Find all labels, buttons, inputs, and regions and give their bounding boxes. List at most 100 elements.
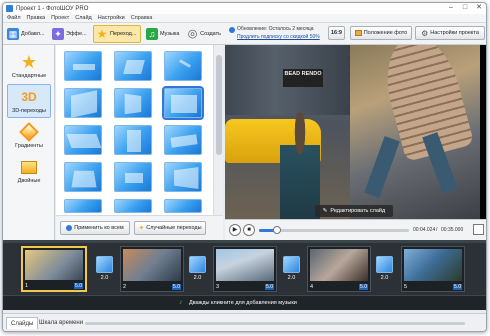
play-button[interactable]: ▶ [229,224,241,236]
stop-button[interactable]: ■ [243,224,255,236]
transition-thumbnail[interactable] [96,256,113,273]
project-settings-button[interactable]: ⚙ Настройки проекта [415,26,485,40]
slide-thumbnail[interactable]: 1 5.0 [21,246,87,292]
slide-thumbnail[interactable]: 5 5.0 [401,246,465,292]
transition-tile[interactable] [64,199,102,213]
star-icon: ★ [20,52,38,72]
slide-thumbnail[interactable]: 4 5.0 [307,246,371,292]
apply-icon [66,225,73,231]
slide-duration: 5.0 [172,284,181,290]
slide-number: 4 [310,284,314,290]
tab-slides[interactable]: Слайды [6,317,39,329]
double-icon [19,158,39,176]
gallery-actions: Применить ко всем ✦ Случайные переходы [56,215,223,240]
apply-all-button[interactable]: Применить ко всем [60,221,130,235]
edit-slide-label: Редактировать слайд [330,208,386,214]
gallery-scrollbar[interactable] [213,45,223,215]
transition-tile[interactable] [164,162,202,192]
category-3d[interactable]: 3D 3D-переходы [7,84,51,118]
close-button[interactable]: ✕ [472,3,486,13]
tab-add-photos[interactable]: ▦ Добавл... [5,25,47,43]
photo-position-button[interactable]: Положение фото [350,26,412,40]
menu-bar: Файл Правка Проект Слайд Настройки Справ… [3,14,486,23]
category-standard[interactable]: ★ Стандартные [7,49,51,83]
category-double[interactable]: Двойные [7,154,51,188]
aspect-ratio-label: 16:9 [330,30,342,36]
info-icon [229,27,235,33]
tab-timeline[interactable]: Шкала времени [35,317,87,329]
seek-handle[interactable] [273,226,281,234]
menu-edit[interactable]: Правка [27,15,46,21]
main-toolbar: ▦ Добавл... ✦ Эффе... ★ Переход... ♫ Муз… [3,23,225,45]
transition-tile[interactable] [64,88,102,118]
menu-file[interactable]: Файл [7,15,21,21]
slide-preview[interactable]: BEAD RENDO ✎ Редактировать слайд [225,45,486,219]
transition-tile[interactable] [114,51,152,81]
slide-image [123,249,181,281]
random-transitions-button[interactable]: ✦ Случайные переходы [134,221,206,235]
menu-project[interactable]: Проект [51,15,69,21]
transition-tile[interactable] [114,88,152,118]
tab-add-photos-label: Добавл... [21,31,45,37]
slide-thumbnail[interactable]: 3 5.0 [213,246,277,292]
film-reel-icon: ◎ [187,28,198,40]
transition-tile[interactable] [114,199,152,213]
transition-tile[interactable] [164,51,202,81]
tab-create-label: Создать [200,31,221,37]
transition-thumbnail[interactable] [283,256,300,273]
edit-slide-button[interactable]: ✎ Редактировать слайд [315,205,393,217]
app-window: Проект 1 - ФотоШОУ PRO – □ ✕ Файл Правка… [2,2,487,332]
scroll-thumb[interactable] [216,55,222,155]
slide-number: 3 [216,284,220,290]
transition-category-nav: ★ Стандартные 3D 3D-переходы Градиенты Д… [3,45,55,240]
maximize-button[interactable]: □ [458,3,472,13]
music-icon: ♫ [146,28,158,40]
transition-thumbnail[interactable] [189,256,206,273]
minimize-button[interactable]: – [444,3,458,13]
preview-side-bar [480,45,486,219]
category-gradients[interactable]: Градиенты [7,119,51,153]
tab-transitions[interactable]: ★ Переход... [93,25,141,43]
slide-thumbnail[interactable]: 2 5.0 [120,246,184,292]
update-text: Обновление: Осталось 2 месяца [237,26,314,32]
zoom-slider[interactable] [85,322,465,325]
seek-bar[interactable] [259,226,409,234]
star-icon: ★ [96,27,108,41]
menu-settings[interactable]: Настройки [98,15,125,21]
tab-music[interactable]: ♫ Музыка [144,25,182,43]
tab-effects-label: Эффе... [66,31,87,37]
apply-all-label: Применить ко всем [74,225,124,231]
slide-image [216,249,274,281]
3d-icon: 3D [21,90,37,104]
category-3d-label: 3D-переходы [12,108,46,114]
renew-link[interactable]: Продлить подписку со скидкой 50% [237,34,320,40]
aspect-ratio-button[interactable]: 16:9 [328,26,345,40]
slide-number: 5 [404,284,408,290]
fullscreen-button[interactable] [473,224,484,235]
transition-thumbnail[interactable] [376,256,393,273]
title-bar: Проект 1 - ФотоШОУ PRO – □ ✕ [3,3,486,14]
transition-tile[interactable] [164,199,202,213]
preview-photo-street: BEAD RENDO [225,45,350,219]
film-strip-edge [3,240,486,243]
menu-slide[interactable]: Слайд [75,15,92,21]
photo-position-icon [354,30,362,36]
transition-tile[interactable] [114,162,152,192]
transition-tile[interactable] [64,51,102,81]
random-transitions-label: Случайные переходы [146,225,202,231]
transition-tile-selected[interactable] [162,86,204,120]
magic-wand-icon: ✦ [138,225,145,232]
window-title: Проект 1 - ФотоШОУ PRO [16,5,89,12]
menu-help[interactable]: Справка [131,15,153,21]
tab-effects[interactable]: ✦ Эффе... [50,25,90,43]
transition-tile[interactable] [64,162,102,192]
time-total: 00:35.000 [441,227,464,233]
music-track[interactable]: ♪ Дважды кликните для добавления музыки [3,295,486,310]
transition-tile[interactable] [114,125,152,155]
music-hint: Дважды кликните для добавления музыки [189,300,297,306]
transition-tile[interactable] [164,125,202,155]
transition-tile[interactable] [64,125,102,155]
tab-create[interactable]: ◎ Создать [185,25,223,43]
slide-number: 2 [123,284,127,290]
app-icon [6,5,13,12]
